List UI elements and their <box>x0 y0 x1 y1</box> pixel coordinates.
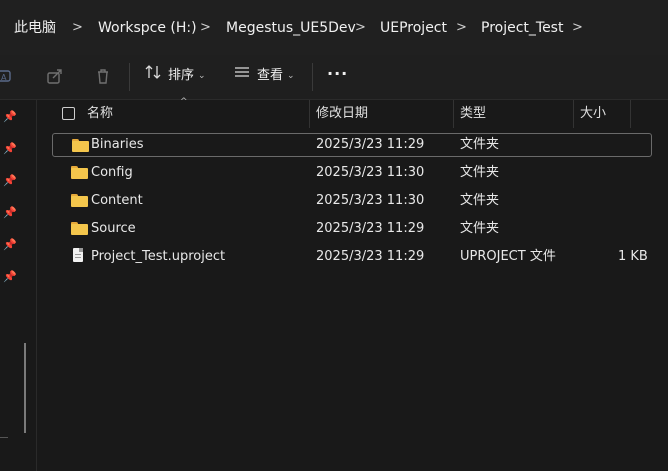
file-size: 1 KB <box>618 249 648 264</box>
view-button[interactable]: 查看 ⌄ <box>233 63 295 89</box>
share-icon[interactable] <box>46 67 64 85</box>
pin-icon[interactable]: 📌 <box>3 239 17 251</box>
column-header-size[interactable]: 大小 <box>580 100 606 128</box>
command-bar: A 排序 ⌄ 查看 ⌄ ··· <box>0 55 668 100</box>
file-row-content[interactable]: Content 2025/3/23 11:30 文件夹 <box>52 189 650 213</box>
folder-icon <box>71 194 88 207</box>
navigation-pane: 📌 📌 📌 📌 📌 📌 <box>0 100 37 471</box>
sort-label: 排序 <box>168 68 195 83</box>
view-list-icon <box>233 63 251 89</box>
breadcrumb-project-test[interactable]: Project_Test <box>481 19 563 37</box>
file-modified: 2025/3/23 11:30 <box>316 193 425 208</box>
document-icon <box>73 248 83 262</box>
file-row-uproject[interactable]: Project_Test.uproject 2025/3/23 11:29 UP… <box>52 245 650 269</box>
pin-icon[interactable]: 📌 <box>3 111 17 123</box>
file-row-config[interactable]: Config 2025/3/23 11:30 文件夹 <box>52 161 650 185</box>
address-bar: 此电脑 > Workspce (H:) > Megestus_UE5Dev > … <box>0 0 668 55</box>
file-modified: 2025/3/23 11:30 <box>316 165 425 180</box>
file-name: Config <box>91 165 133 180</box>
chevron-down-icon: ⌄ <box>198 71 206 81</box>
column-header: 名称 修改日期 类型 大小 <box>37 100 668 128</box>
file-modified: 2025/3/23 11:29 <box>316 137 425 152</box>
view-label: 查看 <box>257 68 284 83</box>
breadcrumb-ueproject[interactable]: UEProject <box>380 19 447 37</box>
folder-icon <box>72 139 89 152</box>
column-header-name[interactable]: 名称 <box>87 100 113 128</box>
chevron-right-icon[interactable]: > <box>355 19 366 37</box>
breadcrumb-megestus[interactable]: Megestus_UE5Dev <box>226 19 356 37</box>
chevron-down-icon: ⌄ <box>287 71 295 81</box>
toolbar-divider <box>312 63 313 91</box>
file-modified: 2025/3/23 11:29 <box>316 221 425 236</box>
breadcrumb-drive[interactable]: Workspce (H:) <box>98 19 197 37</box>
column-divider[interactable] <box>573 100 574 128</box>
column-divider[interactable] <box>309 100 310 128</box>
rename-icon[interactable]: A <box>0 67 14 85</box>
folder-icon <box>71 166 88 179</box>
more-options-button[interactable]: ··· <box>327 64 348 83</box>
column-divider[interactable] <box>630 100 631 128</box>
toolbar-divider <box>129 63 130 91</box>
file-type: 文件夹 <box>460 221 500 236</box>
folder-icon <box>71 222 88 235</box>
sidebar-divider <box>0 437 8 438</box>
sidebar-scrollbar[interactable] <box>24 343 26 433</box>
file-type: 文件夹 <box>460 165 500 180</box>
file-name: Project_Test.uproject <box>91 249 226 264</box>
pin-icon[interactable]: 📌 <box>3 143 17 155</box>
file-modified: 2025/3/23 11:29 <box>316 249 425 264</box>
pin-icon[interactable]: 📌 <box>3 175 17 187</box>
pin-icon[interactable]: 📌 <box>3 271 17 283</box>
sort-button[interactable]: 排序 ⌄ <box>144 63 206 89</box>
chevron-right-icon[interactable]: > <box>572 19 583 37</box>
svg-text:A: A <box>1 73 7 82</box>
chevron-right-icon[interactable]: > <box>72 19 83 37</box>
column-divider[interactable] <box>453 100 454 128</box>
file-name: Source <box>91 221 136 236</box>
breadcrumb-this-pc[interactable]: 此电脑 <box>14 19 56 37</box>
file-type: 文件夹 <box>460 193 500 208</box>
chevron-right-icon[interactable]: > <box>200 19 211 37</box>
column-header-modified[interactable]: 修改日期 <box>316 100 368 128</box>
file-name: Binaries <box>91 137 144 152</box>
file-name: Content <box>91 193 143 208</box>
pin-icon[interactable]: 📌 <box>3 207 17 219</box>
file-type: UPROJECT 文件 <box>460 249 556 264</box>
file-type: 文件夹 <box>460 137 500 152</box>
file-row-binaries[interactable]: Binaries 2025/3/23 11:29 文件夹 <box>52 133 652 157</box>
column-header-type[interactable]: 类型 <box>460 100 486 128</box>
delete-icon[interactable] <box>94 67 112 85</box>
chevron-right-icon[interactable]: > <box>456 19 467 37</box>
sort-arrows-icon <box>144 63 162 89</box>
file-row-source[interactable]: Source 2025/3/23 11:29 文件夹 <box>52 217 650 241</box>
